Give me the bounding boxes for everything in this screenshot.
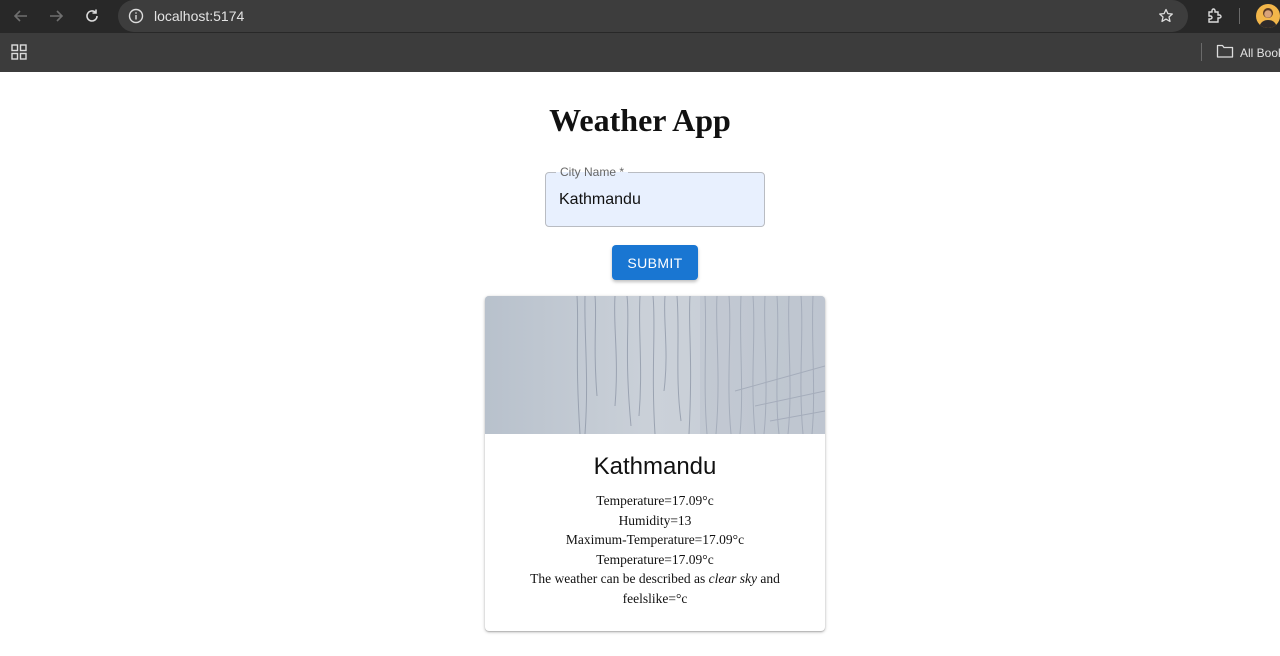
- description-prefix: The weather can be described as: [530, 571, 706, 587]
- extensions-icon[interactable]: [1204, 5, 1226, 27]
- city-name-label: City Name *: [556, 165, 629, 179]
- humidity-text: Humidity=13: [618, 512, 692, 528]
- profile-avatar[interactable]: [1256, 4, 1280, 28]
- browser-toolbar: localhost:5174: [0, 0, 1280, 33]
- description-suffix: and: [760, 571, 780, 587]
- apps-grid-icon[interactable]: [10, 43, 28, 61]
- star-icon[interactable]: [1156, 6, 1176, 26]
- back-icon[interactable]: [9, 4, 33, 28]
- temperature-text-2: Temperature=17.09°c: [596, 551, 714, 567]
- bookmarks-divider: [1201, 43, 1202, 61]
- weather-details: Temperature=17.09°c Humidity=13 Maximum-…: [515, 491, 795, 609]
- city-name-input[interactable]: [559, 191, 749, 209]
- max-temperature-text: Maximum-Temperature=17.09°c: [565, 532, 745, 548]
- reload-icon[interactable]: [80, 4, 104, 28]
- toolbar-divider: [1239, 8, 1240, 24]
- url-text[interactable]: localhost:5174: [154, 8, 244, 24]
- weather-card: Kathmandu Temperature=17.09°c Humidity=1…: [485, 296, 825, 631]
- card-city-title: Kathmandu: [593, 453, 717, 480]
- all-bookmarks-label: All Bookmarks: [1240, 45, 1280, 60]
- all-bookmarks-button[interactable]: All Bookmarks: [1216, 43, 1280, 62]
- temperature-text: Temperature=17.09°c: [596, 493, 714, 508]
- address-bar[interactable]: localhost:5174: [118, 0, 1188, 32]
- page-title: Weather App: [549, 102, 731, 138]
- page-content: Weather App City Name * SUBMIT: [0, 72, 1280, 656]
- bookmarks-bar: All Bookmarks: [0, 33, 1280, 72]
- weather-image: [485, 296, 825, 434]
- feelslike-text: feelslike=°c: [622, 590, 688, 606]
- city-name-field[interactable]: City Name *: [545, 165, 765, 227]
- description-value: clear sky: [708, 571, 757, 587]
- folder-icon: [1216, 43, 1234, 62]
- description-line: The weather can be described as clear sk…: [515, 569, 795, 608]
- forward-icon[interactable]: [44, 4, 68, 28]
- browser-chrome: localhost:5174 All Bookmarks: [0, 0, 1280, 72]
- site-info-icon[interactable]: [126, 6, 146, 26]
- submit-button[interactable]: SUBMIT: [612, 245, 698, 280]
